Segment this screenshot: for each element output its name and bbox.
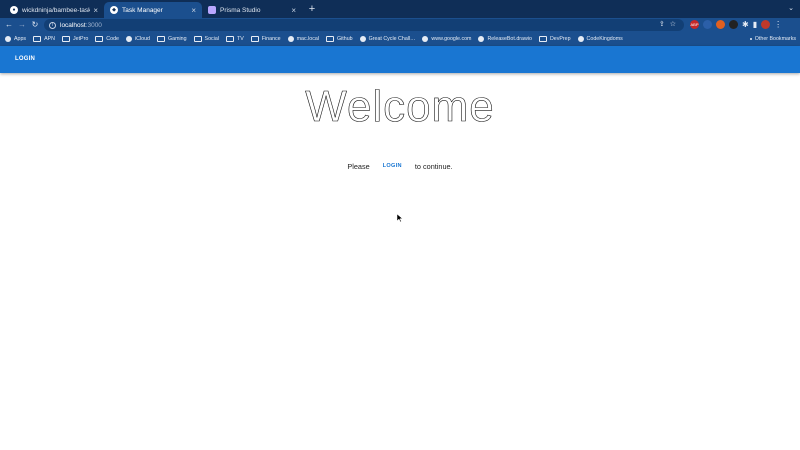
folder-icon [225, 36, 234, 42]
page-title: Welcome [305, 82, 495, 132]
folder-icon [326, 36, 334, 42]
folder-icon [538, 36, 547, 42]
site-icon [577, 36, 584, 42]
abp-icon[interactable]: ABP [690, 20, 699, 29]
browser-toolbar: ← → ↻ i localhost :3000 ⇪ ☆ ABP ✱ ▮ ⋮ [0, 18, 800, 32]
bookmark-label: Code [106, 36, 119, 42]
bookmark-item[interactable]: APN [33, 36, 55, 42]
bookmark-label: www.google.com [431, 36, 472, 42]
tab-task-manager[interactable]: ◆ Task Manager × [104, 2, 202, 18]
bookmarks-bar: Apps APN JetPro Code iCloud Gaming Social TV Fin… [0, 32, 800, 46]
extension-blue-icon[interactable] [703, 20, 712, 29]
app-icon: ◆ [110, 6, 118, 14]
other-bookmarks-label: Other Bookmarks [754, 36, 796, 42]
bookmark-item[interactable]: ReleaseBot.drawio [478, 36, 532, 42]
login-prompt: Please LOGIN to continue. [0, 161, 800, 171]
folder-icon [33, 36, 42, 42]
github-icon: ● [10, 6, 18, 14]
bookmark-item[interactable]: Github [326, 36, 353, 42]
bookmark-label: iCloud [134, 36, 150, 42]
folder-icon [193, 36, 202, 42]
bookmark-item[interactable]: JetPro [61, 36, 89, 42]
globe-icon [422, 36, 429, 42]
bookmark-label: JetPro [72, 36, 89, 42]
bookmark-item[interactable]: Great Cycle Chall… [359, 36, 416, 42]
forward-icon[interactable]: → [16, 19, 28, 31]
bookmark-label: Finance [261, 36, 281, 42]
close-icon[interactable]: × [191, 6, 196, 15]
bookmark-label: mac.local [296, 36, 319, 42]
prompt-text-after: to continue. [414, 161, 453, 171]
tab-title: Task Manager [122, 6, 163, 14]
address-bar[interactable]: i localhost :3000 ⇪ ☆ [44, 19, 684, 31]
globe-icon [287, 36, 294, 42]
extension-dark-icon[interactable] [729, 20, 738, 29]
extension-n-icon[interactable] [716, 20, 725, 29]
app-bar: LOGIN [0, 46, 800, 73]
bookmark-item[interactable]: Finance [250, 36, 281, 42]
bookmark-label: Github [337, 36, 353, 42]
bookmark-item[interactable]: mac.local [287, 36, 319, 42]
prisma-icon [208, 6, 216, 14]
bookmark-item[interactable]: DevPrep [538, 36, 571, 42]
close-icon[interactable]: × [291, 6, 296, 15]
bookmark-label: Apps [14, 36, 27, 42]
reload-icon[interactable]: ↻ [29, 19, 41, 31]
more-menu-icon[interactable]: ⋮ [774, 20, 782, 29]
bookmark-item[interactable]: Social [193, 36, 219, 42]
folder-icon [157, 36, 165, 42]
bookmark-item[interactable]: Gaming [157, 36, 187, 42]
bookmark-label: DevPrep [549, 36, 571, 42]
site-icon [359, 36, 366, 42]
tab-title: Prisma Studio [220, 6, 261, 14]
bookmark-label: Social [204, 36, 219, 42]
browser-tab-strip: ● wickdninja/bambee-task-mana… × ◆ Task … [0, 0, 800, 18]
url-port: :3000 [85, 21, 102, 29]
folder-icon [95, 36, 104, 42]
bookmark-label: Gaming [168, 36, 187, 42]
sidebar-icon[interactable]: ▮ [753, 20, 757, 29]
bookmark-label: TV [236, 36, 244, 42]
login-link[interactable]: LOGIN [380, 161, 405, 171]
tab-search-icon[interactable]: ⌄ [788, 4, 794, 12]
bookmark-item[interactable]: TV [225, 36, 244, 42]
bookmark-label: ReleaseBot.drawio [487, 36, 532, 42]
info-icon[interactable]: i [49, 21, 56, 29]
back-icon[interactable]: ← [3, 19, 15, 31]
folder-icon [61, 36, 70, 42]
bookmark-item[interactable]: CodeKingdoms [577, 36, 623, 42]
new-tab-button[interactable]: + [306, 3, 318, 15]
bookmark-star-icon[interactable]: ☆ [670, 20, 676, 28]
bookmark-item[interactable]: Apps [5, 36, 26, 42]
puzzle-icon[interactable]: ✱ [742, 20, 749, 29]
other-bookmarks[interactable]: Other Bookmarks [749, 32, 796, 46]
extensions-area: ABP ✱ ▮ ⋮ [690, 20, 782, 29]
bookmark-item[interactable]: iCloud [125, 36, 150, 42]
bookmark-label: CodeKingdoms [586, 36, 623, 42]
tab-title: wickdninja/bambee-task-mana… [22, 6, 91, 14]
close-icon[interactable]: × [93, 6, 98, 15]
drawio-icon [478, 36, 485, 42]
tab-prisma-studio[interactable]: Prisma Studio × [202, 2, 302, 18]
prompt-text-before: Please [347, 161, 370, 171]
folder-icon [250, 36, 259, 42]
bookmark-item[interactable]: www.google.com [422, 36, 471, 42]
tab-github[interactable]: ● wickdninja/bambee-task-mana… × [4, 2, 104, 18]
login-button[interactable]: LOGIN [10, 53, 40, 66]
profile-avatar-icon[interactable] [761, 20, 771, 29]
bookmark-label: Great Cycle Chall… [368, 36, 416, 42]
apps-grid-icon [5, 36, 11, 42]
apple-icon [125, 36, 132, 42]
share-icon[interactable]: ⇪ [659, 20, 665, 28]
bookmark-item[interactable]: Code [95, 36, 119, 42]
folder-icon [749, 38, 752, 40]
mouse-cursor-icon [397, 214, 403, 222]
url-host: localhost [60, 21, 86, 29]
bookmark-label: APN [44, 36, 55, 42]
